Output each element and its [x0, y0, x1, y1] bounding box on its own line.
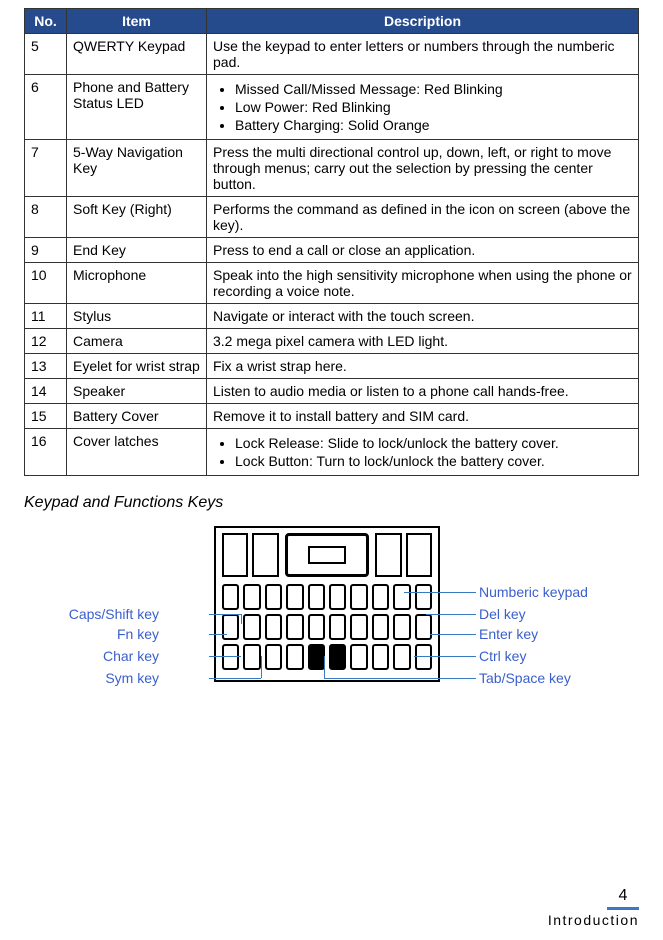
col-header-item: Item: [67, 9, 207, 34]
table-row: 15Battery CoverRemove it to install batt…: [25, 404, 639, 429]
col-header-desc: Description: [207, 9, 639, 34]
cell-item: Phone and Battery Status LED: [67, 75, 207, 140]
page-footer: 4 Introduction: [548, 887, 639, 928]
cell-item: Stylus: [67, 304, 207, 329]
cell-item: Microphone: [67, 263, 207, 304]
table-row: 10MicrophoneSpeak into the high sensitiv…: [25, 263, 639, 304]
footer-title: Introduction: [548, 912, 639, 928]
callout-fn-key: Fn key: [117, 626, 159, 642]
table-row: 12Camera3.2 mega pixel camera with LED l…: [25, 329, 639, 354]
cell-item: Battery Cover: [67, 404, 207, 429]
callout-del-key: Del key: [479, 606, 526, 622]
page-number: 4: [607, 887, 639, 910]
table-row: 16Cover latches Lock Release: Slide to lo…: [25, 429, 639, 476]
cell-description: Press the multi directional control up, …: [207, 140, 639, 197]
cell-item: Soft Key (Right): [67, 197, 207, 238]
list-item: Low Power: Red Blinking: [235, 99, 632, 115]
cell-description: Navigate or interact with the touch scre…: [207, 304, 639, 329]
table-row: 14SpeakerListen to audio media or listen…: [25, 379, 639, 404]
cell-no: 14: [25, 379, 67, 404]
cell-item: Cover latches: [67, 429, 207, 476]
callout-char-key: Char key: [103, 648, 159, 664]
table-row: 8Soft Key (Right)Performs the command as…: [25, 197, 639, 238]
cell-no: 15: [25, 404, 67, 429]
cell-no: 12: [25, 329, 67, 354]
cell-item: QWERTY Keypad: [67, 34, 207, 75]
keypad-illustration: [214, 526, 440, 682]
table-row: 75-Way Navigation KeyPress the multi dir…: [25, 140, 639, 197]
callout-ctrl-key: Ctrl key: [479, 648, 526, 664]
cell-description: Lock Release: Slide to lock/unlock the b…: [207, 429, 639, 476]
cell-no: 9: [25, 238, 67, 263]
cell-no: 16: [25, 429, 67, 476]
table-row: 9End KeyPress to end a call or close an …: [25, 238, 639, 263]
table-row: 13Eyelet for wrist strapFix a wrist stra…: [25, 354, 639, 379]
table-row: 5QWERTY KeypadUse the keypad to enter le…: [25, 34, 639, 75]
cell-item: End Key: [67, 238, 207, 263]
cell-description: Speak into the high sensitivity micropho…: [207, 263, 639, 304]
list-item: Lock Release: Slide to lock/unlock the b…: [235, 435, 632, 451]
list-item: Missed Call/Missed Message: Red Blinking: [235, 81, 632, 97]
callout-sym-key: Sym key: [105, 670, 159, 686]
callout-caps-shift-key: Caps/Shift key: [69, 606, 159, 622]
cell-item: 5-Way Navigation Key: [67, 140, 207, 197]
list-item: Battery Charging: Solid Orange: [235, 117, 632, 133]
cell-no: 13: [25, 354, 67, 379]
cell-description: 3.2 mega pixel camera with LED light.: [207, 329, 639, 354]
cell-no: 5: [25, 34, 67, 75]
cell-description: Use the keypad to enter letters or numbe…: [207, 34, 639, 75]
callout-numberic-keypad: Numberic keypad: [479, 584, 588, 600]
cell-no: 6: [25, 75, 67, 140]
cell-description: Fix a wrist strap here.: [207, 354, 639, 379]
cell-description: Press to end a call or close an applicat…: [207, 238, 639, 263]
cell-item: Camera: [67, 329, 207, 354]
cell-item: Speaker: [67, 379, 207, 404]
cell-no: 10: [25, 263, 67, 304]
cell-description: Missed Call/Missed Message: Red Blinking…: [207, 75, 639, 140]
table-row: 6Phone and Battery Status LEDMissed Call…: [25, 75, 639, 140]
cell-item: Eyelet for wrist strap: [67, 354, 207, 379]
callout-tab-space-key: Tab/Space key: [479, 670, 571, 686]
cell-no: 8: [25, 197, 67, 238]
cell-no: 11: [25, 304, 67, 329]
cell-description: Remove it to install battery and SIM car…: [207, 404, 639, 429]
keypad-diagram: Numberic keypad Del key Enter key Ctrl k…: [24, 526, 639, 746]
cell-no: 7: [25, 140, 67, 197]
spec-table: No. Item Description 5QWERTY KeypadUse t…: [24, 8, 639, 476]
section-title: Keypad and Functions Keys: [24, 494, 639, 512]
callout-enter-key: Enter key: [479, 626, 538, 642]
col-header-no: No.: [25, 9, 67, 34]
cell-description: Performs the command as defined in the i…: [207, 197, 639, 238]
table-row: 11StylusNavigate or interact with the to…: [25, 304, 639, 329]
cell-description: Listen to audio media or listen to a pho…: [207, 379, 639, 404]
list-item: Lock Button: Turn to lock/unlock the bat…: [235, 453, 632, 469]
